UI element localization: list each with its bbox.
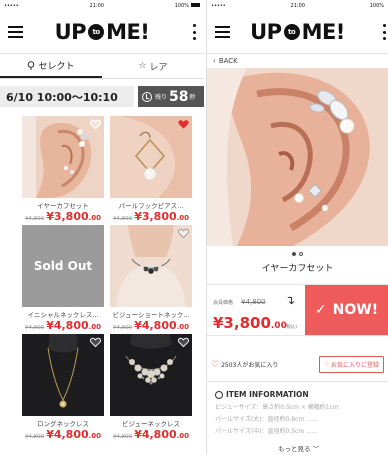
battery-icon	[191, 3, 200, 7]
product-card[interactable]: パールフックピアス... ¥4,800 ¥3,800.00	[110, 116, 192, 223]
product-name: ビジューショートネック...	[112, 311, 190, 319]
check-icon: ✓	[314, 302, 327, 318]
status-time: 21:00	[290, 2, 305, 9]
product-name: ロングネックレス	[37, 420, 89, 428]
clock-icon	[142, 91, 152, 102]
info-line: ビジューサイズ：高さ約0.5cm × 横幅約1cm	[215, 404, 339, 411]
sale-price: ¥3,800.00	[134, 210, 190, 223]
product-detail-screen: ••••• 21:00 100% UP to ME! ‹ BACK イヤーカフセ…	[206, 0, 388, 455]
favorite-count: ♡ 2503人がお気に入り	[211, 359, 279, 370]
sold-out-overlay: Sold Out	[22, 225, 104, 307]
member-price-label: 会員価格	[213, 300, 234, 306]
product-image-pearl-hook	[110, 116, 192, 198]
product-prices: ¥4,800 ¥4,800.00	[110, 428, 192, 441]
remaining-time: 残り 58 秒	[138, 86, 204, 107]
favorite-heart-icon-active[interactable]	[178, 119, 189, 130]
more-options-icon[interactable]	[382, 24, 386, 40]
product-prices: ¥4,800 ¥4,800.00	[110, 319, 192, 332]
app-header: UP to ME!	[0, 11, 204, 54]
carousel-dot-active[interactable]	[292, 252, 296, 256]
app-logo[interactable]: UP to ME!	[250, 20, 345, 44]
info-line: パールサイズ(大)：直径約0.8cm ......	[215, 416, 318, 423]
app-logo[interactable]: UP to ME!	[55, 20, 150, 44]
purchase-row: 会員価格 ¥4,800 ↴ ¥3,800.00 (税込) ✓ NOW!	[207, 284, 388, 336]
status-bar: ••••• 21:00 100%	[0, 0, 204, 11]
buy-now-button[interactable]: ✓ NOW!	[305, 285, 388, 335]
add-favorite-button[interactable]: ♡ お気に入りに登録	[318, 356, 384, 373]
product-name: パールフックピアス...	[118, 202, 184, 210]
down-arrow-icon: ↴	[284, 293, 295, 307]
sale-price: ¥4,800.00	[46, 428, 102, 441]
sold-out-label: Sold Out	[33, 259, 93, 273]
chevron-down-icon: ﹀	[312, 445, 320, 453]
product-name: イニシャルネックレス...	[27, 311, 99, 319]
chevron-left-icon: ‹	[213, 57, 216, 65]
info-line: パールサイズ(中)：直径約0.5cm ......	[215, 428, 318, 435]
carousel-dot[interactable]	[299, 252, 303, 256]
product-name: ビジューネックレス	[121, 420, 181, 428]
favorite-heart-icon[interactable]	[178, 228, 189, 239]
product-image-long-necklace	[22, 334, 104, 416]
product-hero-image[interactable]	[207, 68, 388, 246]
favorite-heart-icon[interactable]	[90, 119, 101, 130]
status-bar: ••••• 21:00 100%	[207, 0, 388, 11]
product-card[interactable]: ビジューネックレス ¥4,800 ¥4,800.00	[110, 334, 192, 441]
battery-indicator: 100%	[175, 3, 200, 9]
product-card[interactable]: Sold Out イニシャルネックレス... ¥4,800 ¥4,800.00	[22, 225, 104, 332]
original-price: ¥4,800	[112, 216, 133, 222]
tab-select[interactable]: セレクト	[0, 54, 102, 78]
price-block: 会員価格 ¥4,800 ↴ ¥3,800.00 (税込)	[207, 285, 305, 335]
original-price: ¥4,800	[112, 434, 133, 440]
sale-price: ¥4,800.00	[134, 428, 190, 441]
product-card[interactable]: ロングネックレス ¥4,800 ¥4,800.00	[22, 334, 104, 441]
product-prices: ¥4,800 ¥3,800.00	[110, 210, 192, 223]
product-prices: ¥4,800 ¥4,800.00	[22, 428, 104, 441]
original-price: ¥4,800	[241, 298, 266, 306]
back-button[interactable]: ‹ BACK	[207, 54, 388, 68]
product-prices: ¥4,800 ¥3,800.00	[22, 210, 104, 223]
sale-timer: 6/10 10:00〜10:10 残り 58 秒	[0, 83, 204, 110]
item-information: ITEM INFORMATION ビジューサイズ：高さ約0.5cm × 横幅約1…	[207, 382, 388, 453]
favorite-heart-icon[interactable]	[178, 337, 189, 348]
original-price: ¥4,800	[112, 325, 133, 331]
battery-indicator: 100%	[369, 2, 384, 9]
carrier-signal: •••••	[211, 2, 226, 9]
product-image-choker	[110, 225, 192, 307]
menu-icon[interactable]	[8, 26, 23, 38]
sale-price: ¥3,800.00	[46, 210, 102, 223]
sale-price: ¥4,800.00	[134, 319, 190, 332]
status-time: 21:00	[89, 2, 104, 9]
pin-icon	[28, 60, 35, 70]
item-info-heading: ITEM INFORMATION	[215, 390, 382, 399]
favorite-row: ♡ 2503人がお気に入り ♡ お気に入りに登録	[207, 348, 388, 382]
heart-icon: ♡	[323, 361, 329, 368]
original-price: ¥4,800	[24, 216, 45, 222]
product-name: イヤーカフセット	[37, 202, 89, 210]
carrier-signal: •••••	[4, 2, 19, 9]
product-card[interactable]: イヤーカフセット ¥4,800 ¥3,800.00	[22, 116, 104, 223]
product-image-bijou-necklace	[110, 334, 192, 416]
product-grid: イヤーカフセット ¥4,800 ¥3,800.00 パールフックピアス... ¥…	[0, 116, 204, 441]
sale-price: ¥4,800.00	[46, 319, 102, 332]
product-list-screen: ••••• 21:00 100% UP to ME! セレクト ☆ レア 6/10 …	[0, 0, 204, 455]
show-more-link[interactable]: もっと見る ﹀	[215, 443, 382, 453]
original-price: ¥4,800	[24, 325, 45, 331]
product-image-ear-cuff	[22, 116, 104, 198]
heart-outline-icon: ♡	[211, 359, 220, 370]
product-title: イヤーカフセット	[261, 264, 334, 274]
menu-icon[interactable]	[215, 26, 230, 38]
original-price: ¥4,800	[24, 434, 45, 440]
tab-rare[interactable]: ☆ レア	[102, 54, 204, 78]
app-header: UP to ME!	[207, 11, 388, 54]
pin-icon	[215, 390, 223, 399]
product-card[interactable]: ビジューショートネック... ¥4,800 ¥4,800.00	[110, 225, 192, 332]
sale-time-range: 6/10 10:00〜10:10	[0, 86, 134, 107]
tab-bar: セレクト ☆ レア	[0, 54, 204, 79]
tax-note: (税込)	[284, 325, 297, 330]
image-carousel-dots[interactable]	[207, 249, 388, 259]
product-prices: ¥4,800 ¥4,800.00	[22, 319, 104, 332]
more-options-icon[interactable]	[192, 24, 196, 40]
star-icon: ☆	[138, 61, 147, 71]
favorite-heart-icon[interactable]	[90, 337, 101, 348]
